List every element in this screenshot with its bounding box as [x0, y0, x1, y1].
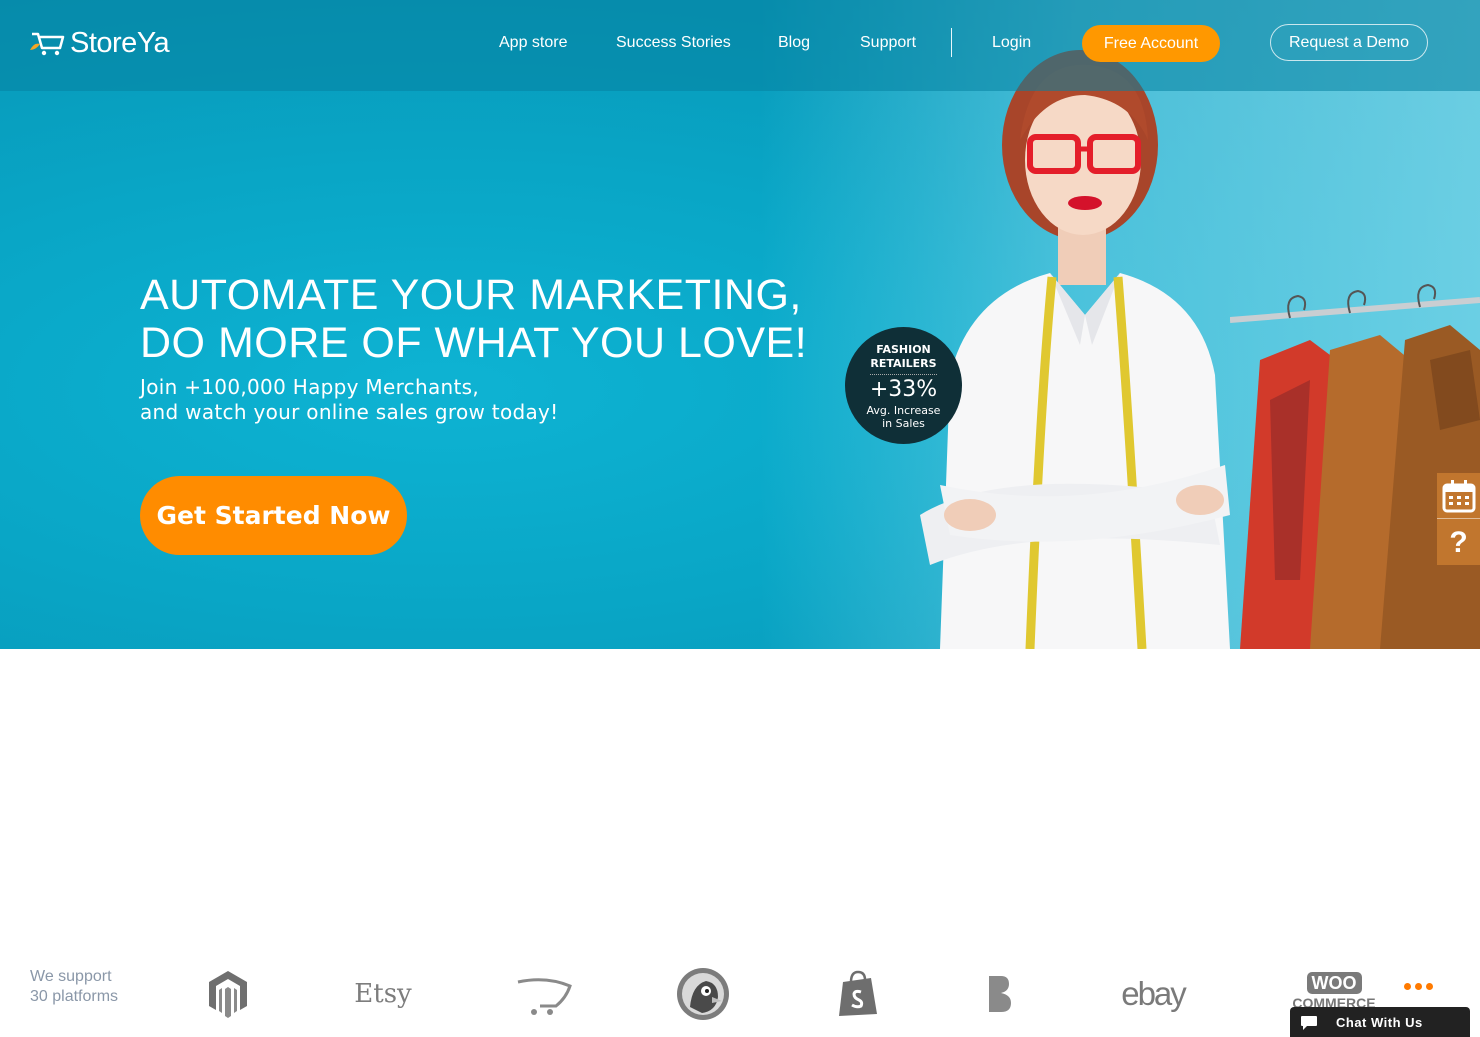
bigcommerce-icon — [989, 976, 1011, 1012]
badge-line1: FASHION — [876, 343, 931, 356]
hero-banner: AUTOMATE YOUR MARKETING, DO MORE OF WHAT… — [0, 0, 1480, 649]
more-dot — [1415, 983, 1422, 990]
woocommerce-wordmark: WOO COMMERCE — [1293, 972, 1375, 1012]
magento-logo[interactable] — [205, 966, 251, 1022]
hero-subtitle-line2: and watch your online sales grow today! — [140, 400, 559, 424]
ebay-logo[interactable]: ebay — [1113, 966, 1193, 1022]
opencart-logo[interactable] — [515, 966, 573, 1022]
more-dot — [1426, 983, 1433, 990]
badge-line2: RETAILERS — [870, 357, 937, 370]
fashion-retailers-badge: FASHION RETAILERS +33% Avg. Increase in … — [845, 327, 962, 444]
nav-success-stories[interactable]: Success Stories — [616, 34, 731, 52]
help-button[interactable]: ? — [1437, 520, 1480, 565]
etsy-logo[interactable]: Etsy — [352, 966, 414, 1022]
get-started-button[interactable]: Get Started Now — [140, 476, 407, 555]
help-icon: ? — [1449, 525, 1468, 559]
more-platforms-button[interactable] — [1404, 983, 1433, 990]
badge-line3: Avg. Increase — [866, 404, 941, 417]
request-demo-button[interactable]: Request a Demo — [1270, 24, 1428, 61]
ebay-text: ebay — [1121, 975, 1187, 1012]
cart-icon — [30, 32, 65, 56]
calendar-button[interactable] — [1437, 473, 1480, 519]
more-dot — [1404, 983, 1411, 990]
nav-blog[interactable]: Blog — [778, 34, 810, 52]
opencart-icon — [517, 978, 572, 1015]
nav-divider — [951, 28, 952, 57]
chat-bubble-icon — [1301, 1016, 1317, 1030]
nav-support[interactable]: Support — [860, 34, 916, 52]
badge-line4: in Sales — [882, 417, 925, 430]
badge-divider — [870, 374, 937, 375]
platforms-support-text: We support 30 platforms — [30, 967, 118, 1007]
shopify-icon — [839, 970, 877, 1016]
etsy-text: Etsy — [354, 979, 412, 1009]
support-line2: 30 platforms — [30, 988, 119, 1005]
prestashop-icon — [677, 968, 729, 1020]
hero-subtitle-line1: Join +100,000 Happy Merchants, — [140, 375, 479, 399]
nav-login[interactable]: Login — [992, 34, 1031, 52]
top-navigation: StoreYa App store Success Stories Blog S… — [0, 0, 1480, 91]
hero-headline: AUTOMATE YOUR MARKETING, DO MORE OF WHAT… — [140, 271, 807, 367]
side-widget: ? — [1437, 473, 1480, 565]
bigcommerce-logo[interactable] — [980, 966, 1016, 1022]
free-account-button[interactable]: Free Account — [1082, 25, 1220, 62]
chat-widget[interactable]: Chat With Us — [1290, 1007, 1470, 1037]
badge-value: +33% — [869, 377, 938, 402]
woo-text: WOO — [1306, 972, 1362, 994]
support-line1: We support — [30, 968, 112, 985]
magento-icon — [209, 971, 247, 1018]
prestashop-logo[interactable] — [675, 966, 731, 1022]
nav-app-store[interactable]: App store — [499, 34, 567, 52]
hero-subtitle: Join +100,000 Happy Merchants, and watch… — [140, 375, 559, 425]
logo-text: StoreYa — [70, 26, 170, 59]
storeya-logo[interactable]: StoreYa — [30, 26, 170, 60]
shopify-logo[interactable] — [836, 966, 880, 1022]
chat-label: Chat With Us — [1336, 1014, 1423, 1030]
calendar-icon — [1442, 479, 1475, 512]
clothing-rack-image — [1230, 283, 1480, 649]
hero-headline-line1: AUTOMATE YOUR MARKETING, — [140, 271, 802, 319]
woocommerce-logo[interactable]: WOO COMMERCE — [1293, 972, 1375, 1012]
hero-headline-line2: DO MORE OF WHAT YOU LOVE! — [140, 319, 808, 367]
